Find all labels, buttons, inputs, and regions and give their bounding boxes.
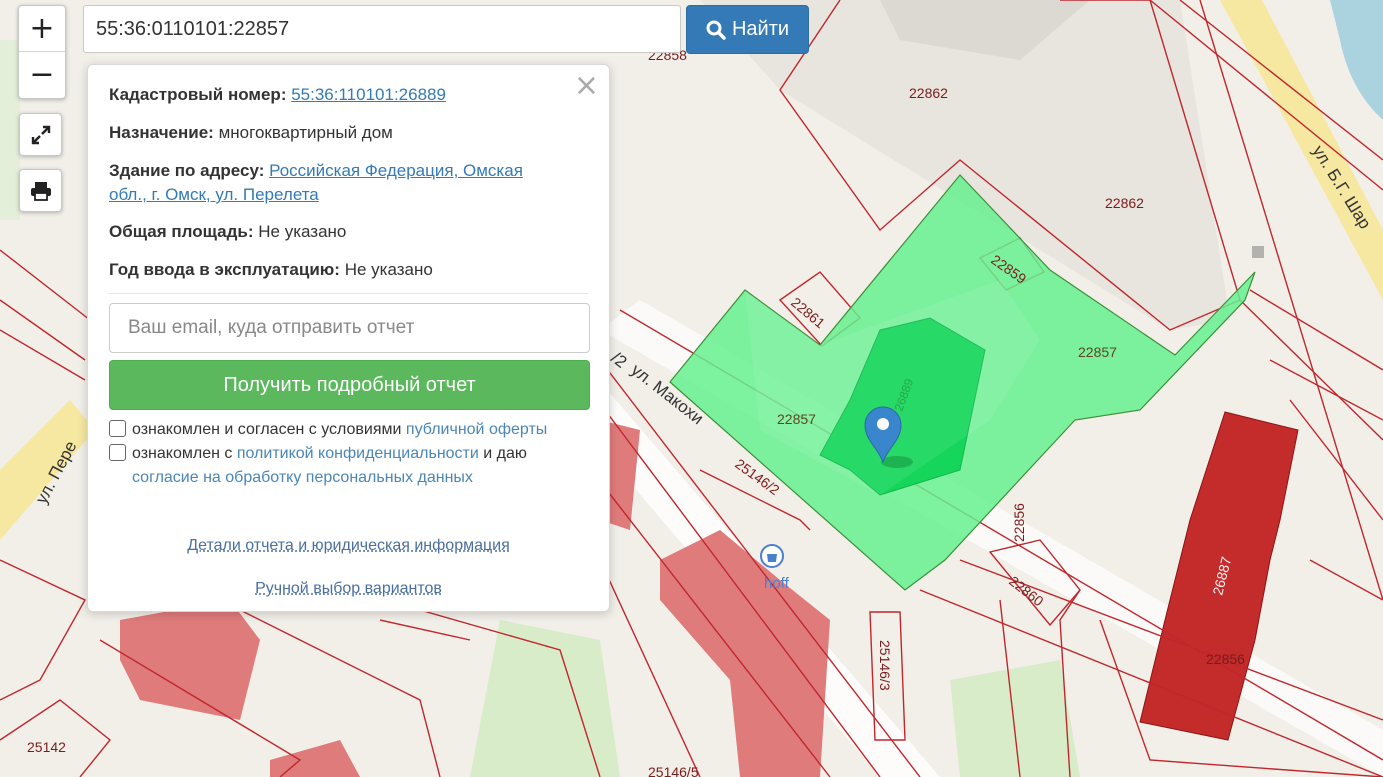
privacy-consent-text-b: и даю	[483, 445, 527, 462]
privacy-consent-text: ознакомлен с	[132, 445, 233, 462]
parcel-label: 25146/3	[877, 640, 893, 691]
purpose-value: многоквартирный дом	[218, 123, 393, 142]
green-area	[0, 40, 20, 220]
address-link[interactable]: Российская Федерация, Омская	[269, 161, 523, 180]
offer-checkbox[interactable]	[109, 420, 126, 437]
public-offer-link[interactable]: публичной оферты	[406, 421, 547, 438]
parcel-label: 25142	[27, 739, 66, 755]
area-row: Общая площадь: Не указано	[109, 220, 588, 244]
privacy-consent: ознакомлен с политикой конфиденциальност…	[109, 442, 588, 490]
search-icon	[706, 20, 726, 40]
manual-selection-link[interactable]: Ручной выбор вариантов	[255, 580, 442, 597]
fullscreen-button[interactable]	[19, 113, 62, 156]
address-row: Здание по адресу: Российская Федерация, …	[109, 159, 588, 207]
parcel-label: 25146/5	[648, 764, 699, 777]
parcel-label: 22862	[1105, 195, 1144, 211]
zoom-control: + −	[18, 5, 66, 99]
area-label: Общая площадь:	[109, 222, 254, 241]
barrier-icon	[1252, 246, 1264, 258]
green-area	[950, 660, 1080, 777]
print-button[interactable]	[19, 169, 62, 212]
details-row: Детали отчета и юридическая информация	[88, 537, 609, 555]
address-link-continued[interactable]: обл., г. Омск, ул. Перелета	[109, 185, 319, 204]
zoom-in-button[interactable]: +	[19, 6, 65, 51]
parcel-label: 22862	[909, 85, 948, 101]
purpose-label: Назначение:	[109, 123, 214, 142]
report-details-link[interactable]: Детали отчета и юридическая информация	[187, 537, 510, 554]
area-value: Не указано	[258, 222, 347, 241]
manual-row: Ручной выбор вариантов	[88, 580, 609, 598]
address-label: Здание по адресу:	[109, 161, 265, 180]
privacy-policy-link[interactable]: политикой конфиденциальности	[237, 445, 479, 462]
parcel-label: 22857	[1078, 344, 1117, 360]
printer-icon	[30, 181, 51, 201]
offer-consent: ознакомлен и согласен с условиями публич…	[109, 418, 588, 442]
shop-poi-icon	[760, 544, 784, 568]
year-row: Год ввода в эксплуатацию: Не указано	[109, 258, 588, 282]
expand-icon	[31, 125, 50, 144]
year-label: Год ввода в эксплуатацию:	[109, 260, 340, 279]
parcel-label: 22856	[1206, 651, 1245, 667]
get-report-button[interactable]: Получить подробный отчет	[109, 360, 590, 410]
parcel-label: 22857	[777, 411, 816, 427]
zoom-out-button[interactable]: −	[19, 51, 65, 97]
cadastral-row: Кадастровый номер: 55:36:110101:26889	[109, 83, 588, 107]
cadastral-label: Кадастровый номер:	[109, 85, 287, 104]
cadastral-number-link[interactable]: 55:36:110101:26889	[291, 85, 446, 104]
search-button[interactable]: Найти	[686, 5, 809, 54]
info-popup: × Кадастровый номер: 55:36:110101:26889 …	[87, 64, 610, 612]
purpose-row: Назначение: многоквартирный дом	[109, 121, 588, 145]
personal-data-consent-link[interactable]: согласие на обработку персональных данны…	[132, 469, 473, 486]
close-icon[interactable]: ×	[574, 71, 599, 101]
divider	[109, 293, 588, 294]
year-value: Не указано	[344, 260, 433, 279]
poi-label: hoff	[764, 575, 790, 592]
parcel-label: 22856	[1011, 503, 1027, 542]
privacy-checkbox[interactable]	[109, 444, 126, 461]
email-field[interactable]	[109, 303, 590, 353]
offer-consent-text: ознакомлен и согласен с условиями	[132, 421, 402, 438]
search-button-label: Найти	[731, 18, 790, 40]
search-input[interactable]	[83, 5, 681, 53]
